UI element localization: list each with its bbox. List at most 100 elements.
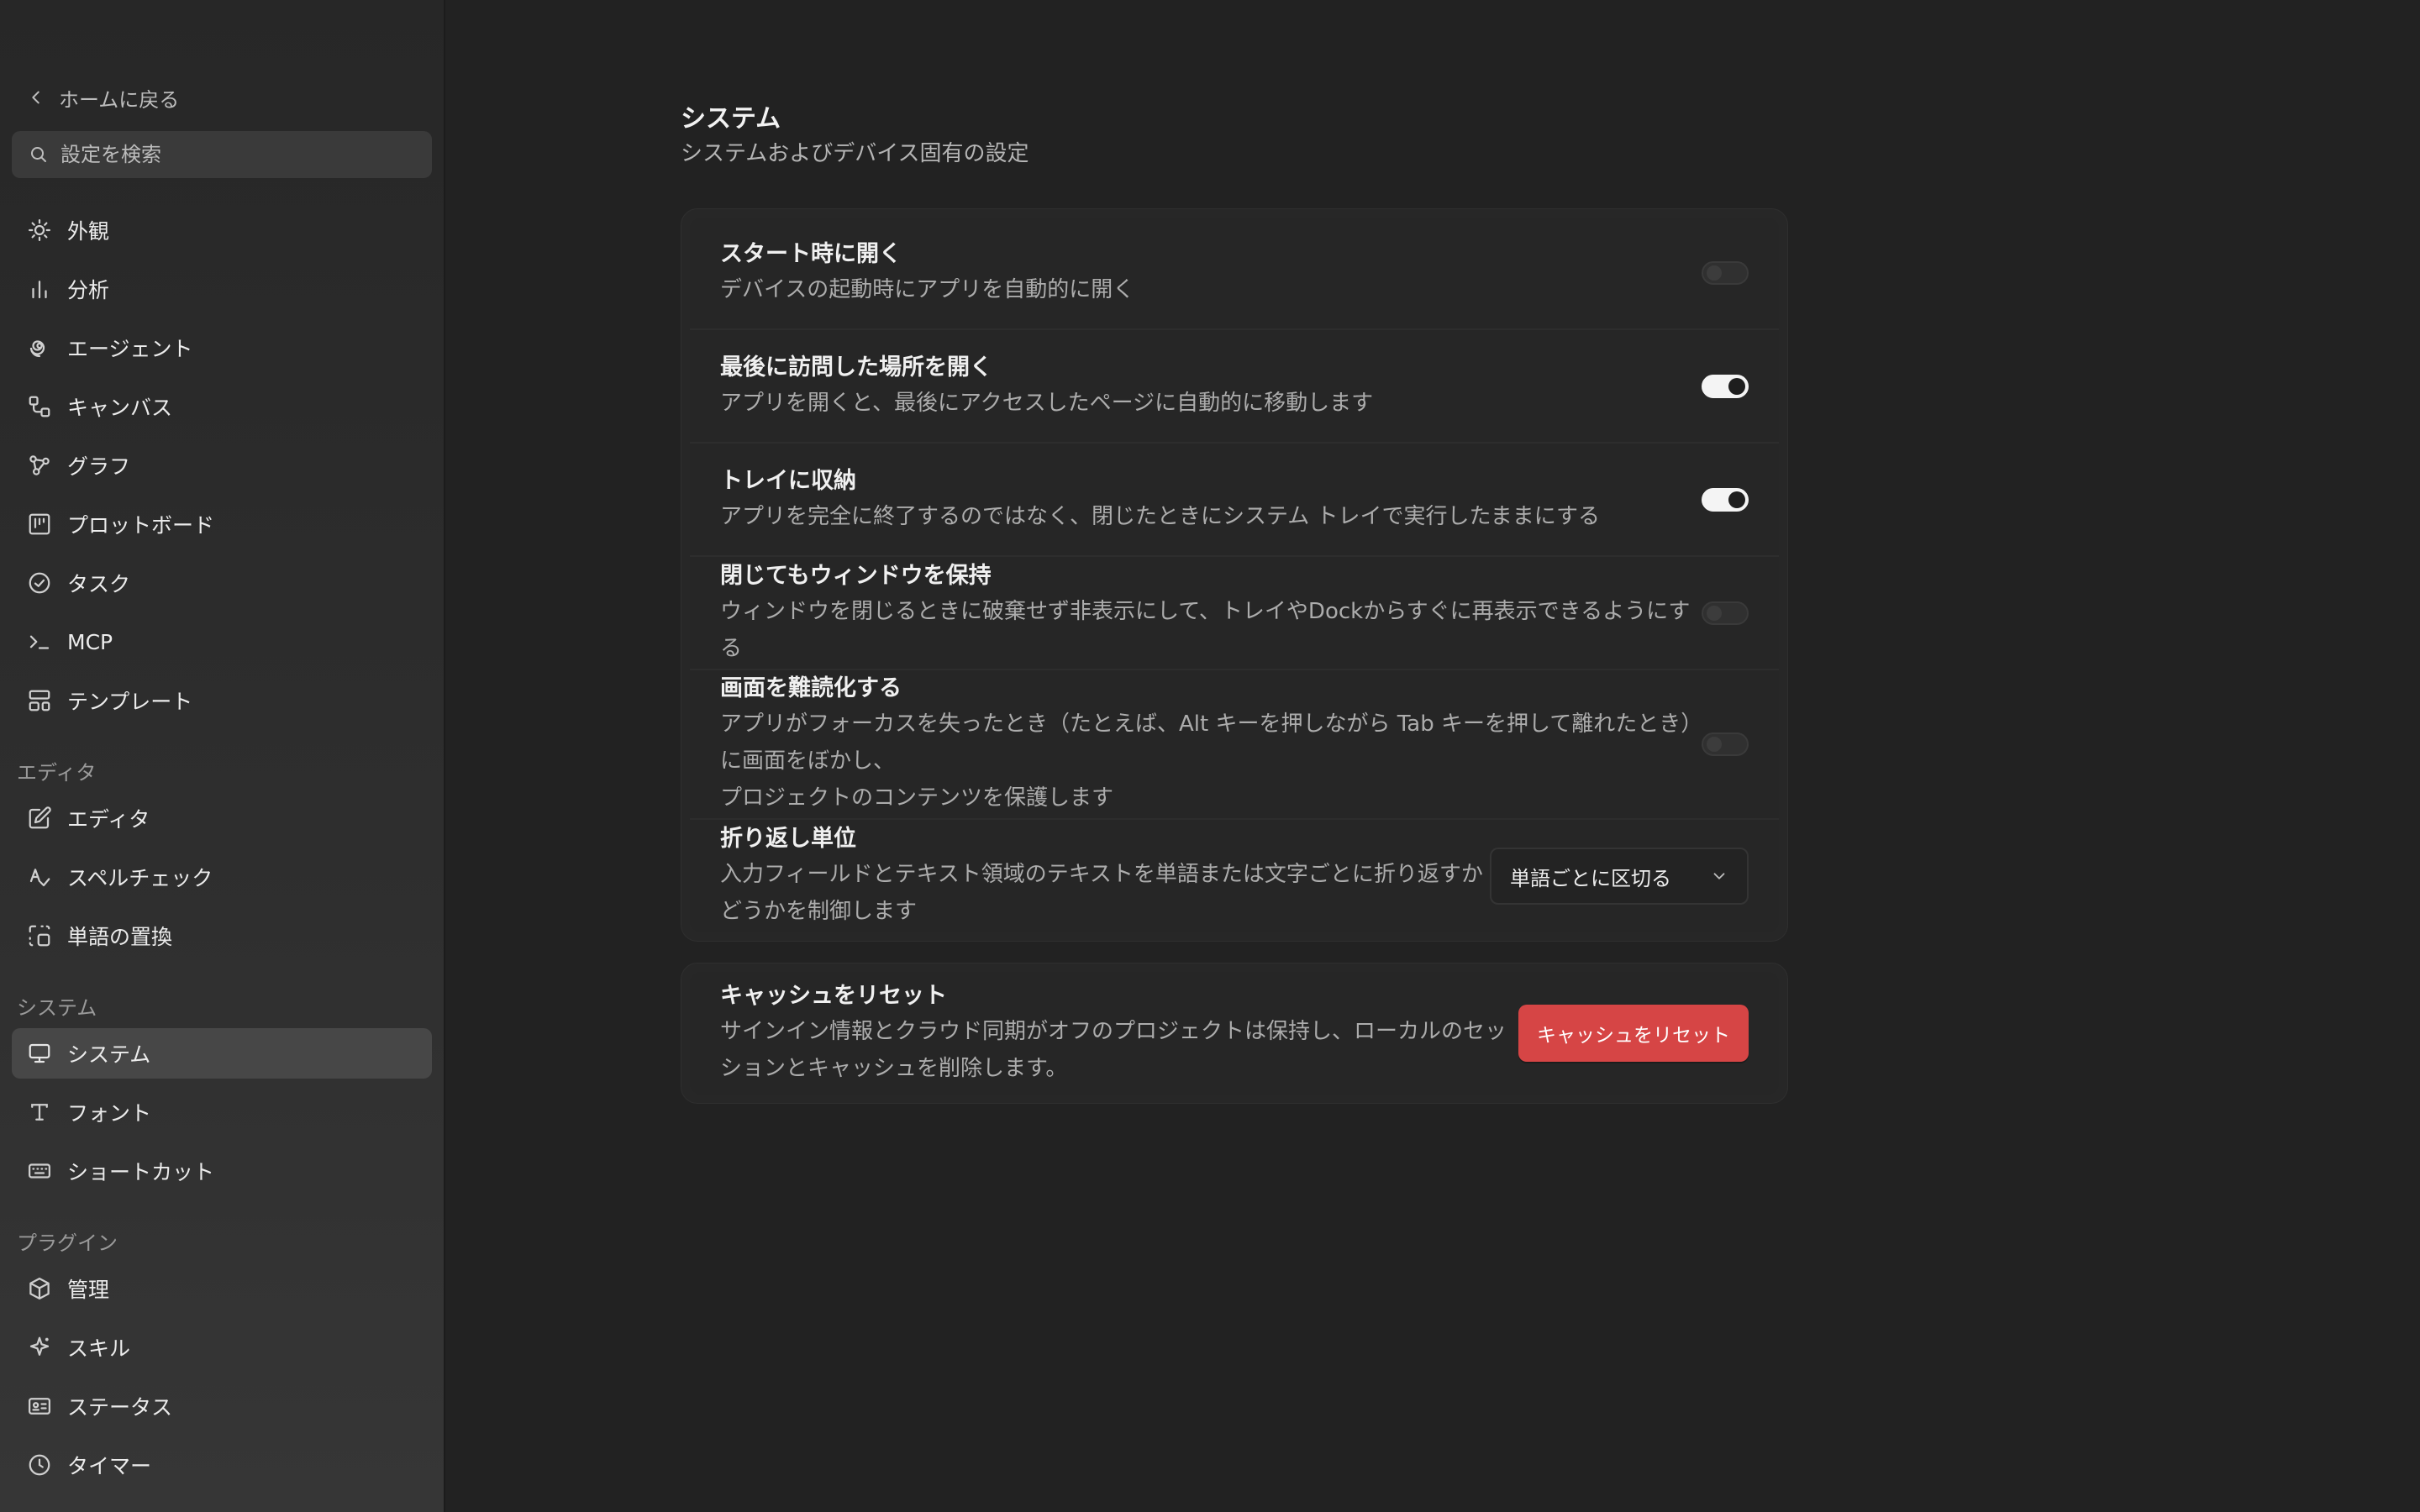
back-label: ホームに戻る bbox=[59, 87, 180, 112]
minimize-to-tray-toggle[interactable] bbox=[1702, 487, 1749, 512]
sidebar-item-label: エージェント bbox=[67, 337, 193, 361]
id-card-icon bbox=[29, 1398, 50, 1415]
setting-description: ウィンドウを閉じるときに破棄せず非表示にして、トレイやDockからすぐに再表示で… bbox=[720, 598, 1691, 661]
section-label-editor: エディタ bbox=[17, 761, 97, 785]
canvas-nodes-icon bbox=[29, 396, 50, 417]
setting-title: 画面を難読化する bbox=[720, 675, 902, 701]
kanban-icon bbox=[29, 513, 50, 535]
sidebar-item-label: フォント bbox=[67, 1101, 152, 1126]
setting-title: 閉じてもウィンドウを保持 bbox=[720, 562, 992, 589]
sidebar-item-label: タイマー bbox=[67, 1454, 152, 1478]
setting-row-keep-window: 閉じてもウィンドウを保持 ウィンドウを閉じるときに破棄せず非表示にして、トレイや… bbox=[690, 557, 1779, 670]
sidebar-item-agent[interactable]: エージェント bbox=[12, 323, 432, 373]
sidebar-item-label: キャンバス bbox=[67, 396, 173, 420]
sidebar-item-analytics[interactable]: 分析 bbox=[12, 264, 432, 314]
sidebar-item-editor[interactable]: エディタ bbox=[12, 793, 432, 843]
setting-row-obfuscate-screen: 画面を難読化する アプリがフォーカスを失ったとき（たとえば、Alt キーを押しな… bbox=[690, 670, 1779, 820]
sidebar-item-label: グラフ bbox=[67, 454, 131, 479]
back-to-home-link[interactable]: ホームに戻る bbox=[27, 81, 179, 114]
sidebar-item-label: エディタ bbox=[67, 807, 150, 832]
package-icon bbox=[29, 1278, 50, 1299]
chevron-left-icon bbox=[32, 91, 39, 104]
keep-window-toggle[interactable] bbox=[1702, 601, 1749, 625]
check-circle-icon bbox=[29, 572, 50, 594]
setting-description: サインイン情報とクラウド同期がオフのプロジェクトは保持し、ローカルのセッションと… bbox=[720, 1019, 1507, 1081]
setting-row-wrap-unit: 折り返し単位 入力フィールドとテキスト領域のテキストを単語または文字ごとに折り返… bbox=[690, 820, 1779, 932]
select-value: 単語ごとに区切る bbox=[1510, 866, 1671, 890]
setting-title: 最後に訪問した場所を開く bbox=[720, 354, 992, 381]
setting-title: 折り返し単位 bbox=[720, 826, 856, 852]
sidebar-item-mcp[interactable]: MCP bbox=[12, 617, 432, 667]
spiral-icon bbox=[29, 340, 45, 358]
graph-icon bbox=[29, 455, 50, 475]
setting-description-line1: アプリがフォーカスを失ったとき（たとえば、Alt キーを押しながら Tab キー… bbox=[720, 711, 1692, 774]
settings-window: ホームに戻る 外観 分析 エージェント キャンバス グラフ プ bbox=[0, 0, 2420, 1512]
sidebar-item-skills[interactable]: スキル bbox=[12, 1322, 432, 1373]
setting-row-open-at-startup: スタート時に開く デバイスの起動時にアプリを自動的に開く bbox=[690, 218, 1779, 330]
open-last-visited-toggle[interactable] bbox=[1702, 374, 1749, 398]
wrap-unit-select[interactable]: 単語ごとに区切る bbox=[1490, 848, 1749, 905]
monitor-icon bbox=[29, 1043, 50, 1063]
setting-description-line2: プロジェクトのコンテンツを保護します bbox=[720, 785, 1114, 811]
replace-icon bbox=[29, 925, 50, 947]
sidebar-item-label: スペルチェック bbox=[67, 866, 213, 890]
settings-search[interactable] bbox=[12, 131, 432, 178]
sidebar-item-status[interactable]: ステータス bbox=[12, 1381, 432, 1431]
terminal-icon bbox=[29, 635, 50, 649]
clock-icon bbox=[29, 1454, 50, 1476]
sparkle-icon bbox=[29, 1336, 50, 1356]
reset-cache-button[interactable]: キャッシュをリセット bbox=[1518, 1005, 1749, 1062]
sidebar-item-label: 単語の置換 bbox=[67, 925, 173, 949]
page-title: システム bbox=[681, 104, 781, 134]
setting-description: デバイスの起動時にアプリを自動的に開く bbox=[720, 277, 1135, 302]
sun-icon bbox=[29, 219, 50, 241]
setting-row-reset-cache: キャッシュをリセット サインイン情報とクラウド同期がオフのプロジェクトは保持し、… bbox=[690, 972, 1779, 1095]
obfuscate-screen-toggle[interactable] bbox=[1702, 732, 1749, 756]
sidebar-item-tasks[interactable]: タスク bbox=[12, 558, 432, 608]
open-at-startup-toggle[interactable] bbox=[1702, 261, 1749, 285]
edit-icon bbox=[29, 806, 51, 829]
chevron-down-icon bbox=[1713, 873, 1725, 879]
sidebar-item-fonts[interactable]: フォント bbox=[12, 1087, 432, 1137]
system-settings-card: スタート時に開く デバイスの起動時にアプリを自動的に開く 最後に訪問した場所を開… bbox=[681, 208, 1788, 942]
section-label-system: システム bbox=[17, 996, 97, 1020]
sidebar-item-manage[interactable]: 管理 bbox=[12, 1263, 432, 1314]
sidebar-item-label: 管理 bbox=[67, 1278, 110, 1302]
sidebar-item-label: タスク bbox=[67, 572, 131, 596]
layout-template-icon bbox=[29, 690, 50, 711]
sidebar-item-label: システム bbox=[67, 1042, 151, 1067]
cache-reset-card: キャッシュをリセット サインイン情報とクラウド同期がオフのプロジェクトは保持し、… bbox=[681, 963, 1788, 1104]
setting-description: アプリを完全に終了するのではなく、閉じたときにシステム トレイで実行したままにす… bbox=[720, 503, 1600, 529]
search-input[interactable] bbox=[59, 142, 415, 167]
sidebar-item-spellcheck[interactable]: スペルチェック bbox=[12, 852, 432, 902]
setting-description: アプリを開くと、最後にアクセスしたページに自動的に移動します bbox=[720, 390, 1374, 416]
setting-title: トレイに収納 bbox=[720, 467, 856, 494]
page-subtitle: システムおよびデバイス固有の設定 bbox=[681, 141, 1029, 166]
search-icon bbox=[31, 147, 46, 162]
setting-title: スタート時に開く bbox=[720, 241, 902, 267]
sidebar-item-graph[interactable]: グラフ bbox=[12, 440, 432, 491]
sidebar-item-plotboard[interactable]: プロットボード bbox=[12, 499, 432, 549]
sidebar-item-label: スキル bbox=[67, 1336, 131, 1361]
sidebar: ホームに戻る 外観 分析 エージェント キャンバス グラフ プ bbox=[0, 0, 445, 1512]
sidebar-item-canvas[interactable]: キャンバス bbox=[12, 381, 432, 432]
sidebar-item-label: テンプレート bbox=[67, 690, 193, 714]
settings-main: システム システムおよびデバイス固有の設定 スタート時に開く デバイスの起動時に… bbox=[445, 0, 2420, 1512]
setting-title: キャッシュをリセット bbox=[720, 983, 947, 1009]
sidebar-item-shortcuts[interactable]: ショートカット bbox=[12, 1146, 432, 1196]
sidebar-item-word-replace[interactable]: 単語の置換 bbox=[12, 911, 432, 961]
sidebar-item-label: 分析 bbox=[67, 278, 110, 302]
sidebar-item-label: MCP bbox=[67, 629, 113, 654]
type-icon bbox=[31, 1104, 48, 1121]
sidebar-item-system[interactable]: システム bbox=[12, 1028, 432, 1079]
section-label-plugins: プラグイン bbox=[17, 1231, 118, 1255]
sidebar-item-templates[interactable]: テンプレート bbox=[12, 675, 432, 726]
bar-chart-icon bbox=[32, 281, 47, 299]
sidebar-item-timer[interactable]: タイマー bbox=[12, 1440, 432, 1490]
sidebar-item-label: ステータス bbox=[67, 1395, 173, 1420]
sidebar-item-label: 外観 bbox=[67, 219, 110, 244]
sidebar-item-appearance[interactable]: 外観 bbox=[12, 205, 432, 255]
setting-description: 入力フィールドとテキスト領域のテキストを単語または文字ごとに折り返すかどうかを制… bbox=[720, 862, 1483, 924]
setting-row-open-last-visited: 最後に訪問した場所を開く アプリを開くと、最後にアクセスしたページに自動的に移動… bbox=[690, 330, 1779, 444]
keyboard-icon bbox=[29, 1163, 50, 1179]
